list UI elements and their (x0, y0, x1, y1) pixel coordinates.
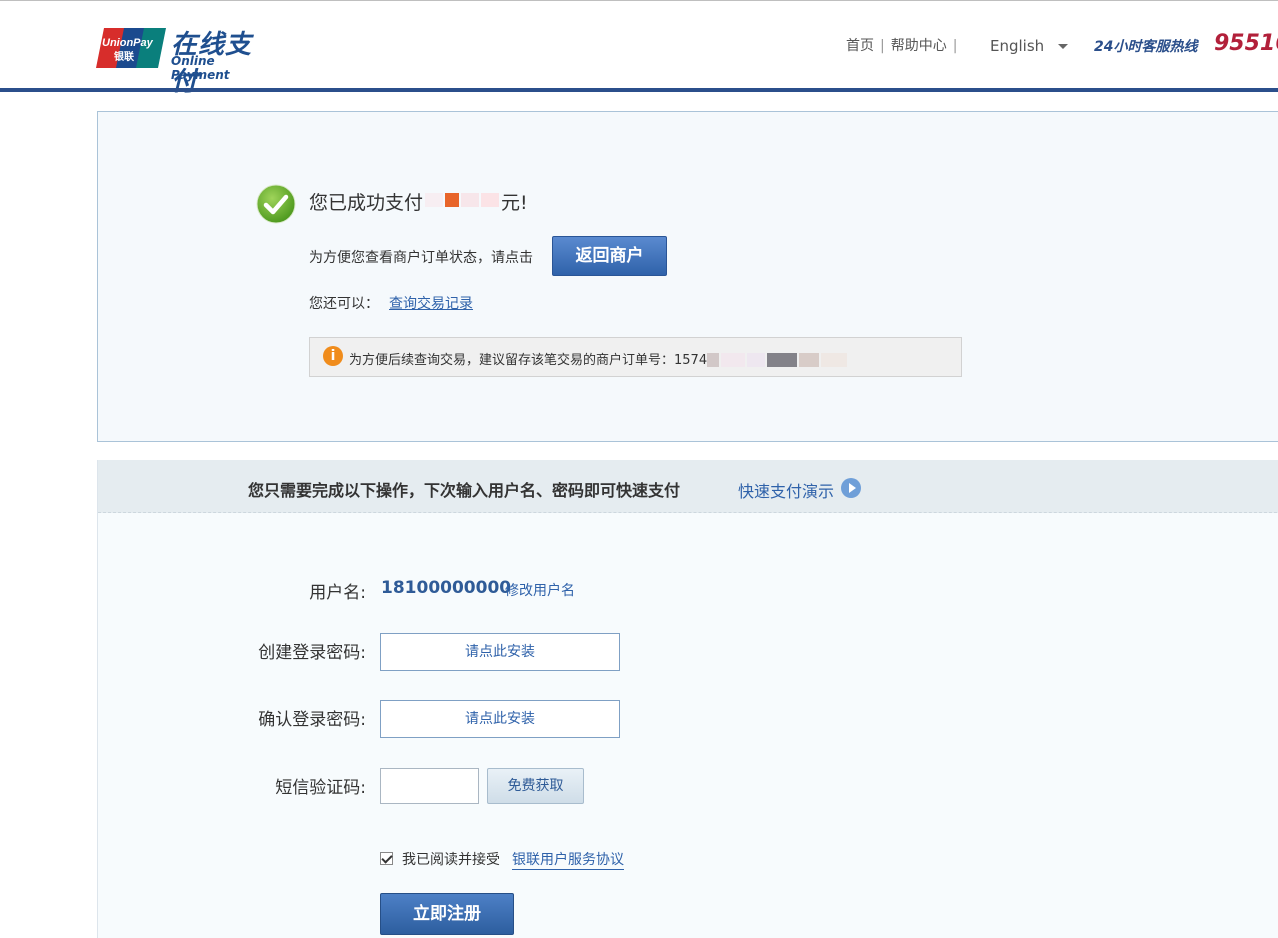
order-number-redacted (707, 352, 857, 369)
brand-card-top: UnionPay (102, 37, 154, 49)
nav-help-link[interactable]: 帮助中心 (891, 38, 947, 54)
chevron-down-icon[interactable] (1058, 44, 1068, 49)
confirm-password-label: 确认登录密码: (258, 710, 366, 730)
language-select[interactable]: English (990, 37, 1044, 55)
unionpay-logo[interactable]: UnionPay 银联 在线支付 Online Payment (96, 24, 276, 97)
register-header-text: 您只需要完成以下操作，下次输入用户名、密码即可快速支付 (248, 481, 681, 500)
sms-code-label: 短信验证码: (275, 778, 366, 798)
nav-home-link[interactable]: 首页 (846, 38, 874, 54)
info-icon: i (323, 346, 343, 366)
payment-success-panel: 您已成功支付 元! 为方便您查看商户订单状态，请点击 返回商户 您还可以： 查询交… (97, 111, 1278, 442)
nav-separator: | (880, 38, 885, 54)
quick-pay-register-panel: 您只需要完成以下操作，下次输入用户名、密码即可快速支付 快速支付演示 用户名: … (97, 460, 1278, 938)
username-value: 18100000000 (381, 578, 512, 598)
create-password-label: 创建登录密码: (258, 643, 366, 663)
brand-subtitle: Online Payment (171, 54, 230, 82)
sms-code-input[interactable] (380, 768, 479, 804)
agree-terms-text: 我已阅读并接受 (402, 852, 500, 868)
success-message-prefix: 您已成功支付 (309, 192, 424, 214)
username-label: 用户名: (309, 583, 366, 603)
hotline-label: 24小时客服热线 (1094, 39, 1198, 55)
nav-separator: | (952, 38, 958, 54)
agree-terms-checkbox[interactable] (380, 852, 393, 865)
also-label: 您还可以： (309, 296, 379, 312)
order-number-notice: i 为方便后续查询交易，建议留存该笔交易的商户订单号：1574 (309, 337, 962, 377)
success-message-suffix: 元! (501, 192, 528, 214)
quick-pay-demo-link[interactable]: 快速支付演示 (738, 478, 834, 502)
notice-text: 为方便后续查询交易，建议留存该笔交易的商户订单号：1574 (349, 349, 857, 369)
register-header: 您只需要完成以下操作，下次输入用户名、密码即可快速支付 快速支付演示 (98, 460, 1278, 513)
register-now-button[interactable]: 立即注册 (380, 893, 514, 935)
create-password-install-box[interactable]: 请点此安装 (380, 633, 620, 671)
success-check-icon (256, 184, 296, 224)
brand-card-bottom: 银联 (114, 50, 134, 63)
success-message: 您已成功支付 元! (309, 188, 528, 215)
order-number: 1574 (674, 353, 708, 368)
service-agreement-link[interactable]: 银联用户服务协议 (512, 849, 624, 870)
amount-redacted (423, 192, 501, 215)
confirm-password-install-box[interactable]: 请点此安装 (380, 700, 620, 738)
header: UnionPay 银联 在线支付 Online Payment 首页 | 帮助中心 |… (0, 1, 1278, 97)
hotline-number: 95516 (1214, 31, 1278, 56)
top-nav: 首页 | 帮助中心 | (846, 35, 963, 55)
view-order-hint: 为方便您查看商户订单状态，请点击 (309, 250, 533, 266)
play-icon[interactable] (841, 478, 861, 498)
header-divider (0, 88, 1278, 92)
get-sms-code-button[interactable]: 免费获取 (487, 768, 584, 804)
unionpay-card-icon: UnionPay 银联 (96, 28, 166, 68)
notice-prefix: 为方便后续查询交易，建议留存该笔交易的商户订单号： (349, 353, 675, 368)
edit-username-link[interactable]: 修改用户名 (505, 580, 575, 600)
query-transactions-link[interactable]: 查询交易记录 (389, 293, 473, 313)
return-to-merchant-button[interactable]: 返回商户 (552, 236, 667, 276)
